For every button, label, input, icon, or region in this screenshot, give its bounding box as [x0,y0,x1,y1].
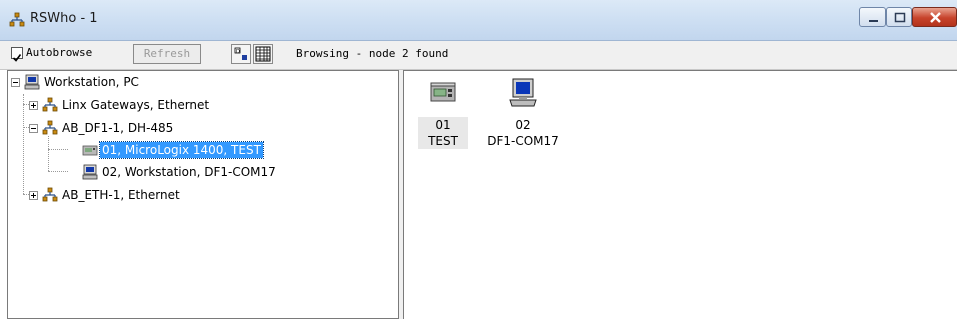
browse-status: Browsing - node 2 found [296,47,449,60]
tree-node-workstation-pc[interactable]: Workstation, PC [8,73,388,91]
tree-node-label: AB_ETH-1, Ethernet [62,188,180,202]
collapse-toggle[interactable] [11,78,20,87]
network-icon [42,120,58,135]
network-icon [9,12,25,27]
autobrowse-label: Autobrowse [26,46,93,59]
expand-toggle[interactable] [29,191,38,200]
title-bar: RSWho - 1 [0,0,957,41]
list-view-button[interactable] [253,44,273,64]
device-view[interactable]: 01 TEST 02 DF1-COM17 [404,70,957,319]
window-title: RSWho - 1 [30,11,98,26]
network-icon [42,187,58,202]
device-address: 02 [515,118,531,132]
tree-node-label: AB_DF1-1, DH-485 [62,121,174,135]
tree-node-linx-gateways[interactable]: Linx Gateways, Ethernet [8,96,388,114]
tree-node-ab-eth[interactable]: AB_ETH-1, Ethernet [8,186,388,204]
workstation-icon [24,74,40,90]
show-driver-diagnostics-button[interactable]: D [231,44,251,64]
plc-icon [430,82,456,102]
minimize-icon [869,20,878,22]
node-view-icon: D [234,47,247,60]
svg-text:D: D [236,49,240,55]
device-name: TEST [418,133,468,149]
computer-icon [509,78,537,107]
toolbar: Autobrowse Refresh D Browsing - node 2 f… [0,41,957,70]
workstation-icon [82,164,98,180]
device-address: 01 [418,117,468,133]
grid-view-icon [255,46,271,62]
rswho-window: RSWho - 1 Autobrowse Refresh D Browsing … [0,0,957,319]
network-tree[interactable]: Workstation, PC Linx Gateways, Ethernet … [7,70,398,319]
maximize-icon [894,12,906,23]
close-button[interactable] [912,7,957,27]
device-item-02[interactable]: 02 DF1-COM17 [482,77,564,149]
tree-node-micrologix-1400[interactable]: 01, MicroLogix 1400, TEST [8,141,388,159]
tree-node-label: Linx Gateways, Ethernet [62,98,210,112]
tree-node-label: Workstation, PC [44,75,139,89]
collapse-toggle[interactable] [29,124,38,133]
network-icon [42,97,58,112]
refresh-button[interactable]: Refresh [133,44,201,64]
minimize-button[interactable] [859,7,886,27]
tree-node-label: 02, Workstation, DF1-COM17 [102,165,276,179]
device-name: DF1-COM17 [487,134,559,148]
tree-node-ab-df1[interactable]: AB_DF1-1, DH-485 [8,119,388,137]
checkmark-icon [12,54,22,62]
close-icon [930,12,941,23]
expand-toggle[interactable] [29,101,38,110]
device-item-01[interactable]: 01 TEST [418,77,468,149]
autobrowse-checkbox[interactable] [11,47,23,62]
tree-node-workstation-df1[interactable]: 02, Workstation, DF1-COM17 [8,163,388,181]
plc-icon [82,145,98,156]
maximize-button[interactable] [886,7,912,27]
tree-node-label: 01, MicroLogix 1400, TEST [99,141,264,159]
